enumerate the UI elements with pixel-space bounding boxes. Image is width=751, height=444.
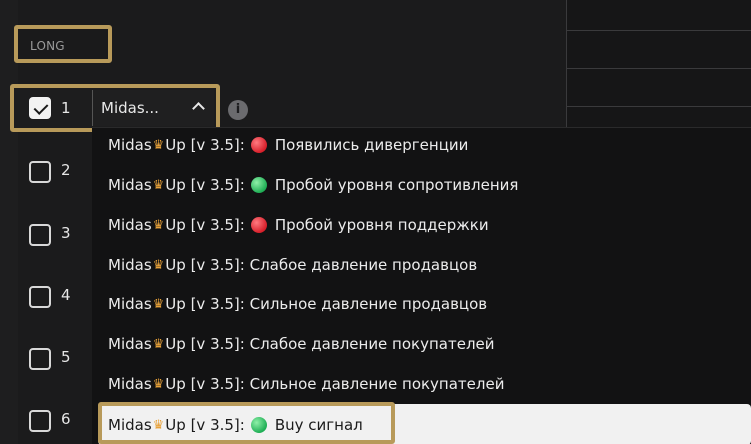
option-suffix: Up [v 3.5]: [165,375,245,393]
condition-select-value: Midas... [101,99,159,117]
option-prefix: Midas [108,295,152,313]
option-text: Сильное давление покупателей [249,375,505,393]
option-text: Пробой уровня сопротивления [274,176,519,194]
option-prefix: Midas [108,176,152,194]
row-1-checkbox[interactable] [29,97,51,119]
info-icon[interactable]: i [228,100,248,120]
option-text: Пробой уровня поддержки [274,216,489,234]
option-prefix: Midas [108,375,152,393]
row-4-number: 4 [61,286,71,304]
row-6-checkbox[interactable] [29,410,51,432]
option-text: Слабое давление покупателей [249,335,495,353]
dropdown-option[interactable]: Midas ♛ Up [v 3.5]: Появились дивергенции [108,130,468,160]
option-prefix: Midas [108,136,152,154]
crown-icon: ♛ [152,296,165,312]
chart-background [566,0,751,140]
condition-select[interactable]: Midas... [92,90,214,126]
green-dot-icon [250,177,267,193]
row-1-number: 1 [61,99,71,117]
condition-dropdown: Midas ♛ Up [v 3.5]: Появились дивергенции M… [92,127,751,444]
crown-icon: ♛ [152,177,165,193]
option-prefix: Midas [108,335,152,353]
selected-option-highlight [98,402,395,444]
dropdown-option[interactable]: Midas ♛ Up [v 3.5]: Сильное давление прода… [108,289,487,319]
crown-icon: ♛ [152,217,165,233]
option-prefix: Midas [108,256,152,274]
long-field[interactable]: LONG [14,25,112,63]
option-suffix: Up [v 3.5]: [165,136,245,154]
grid-line [566,68,751,69]
option-suffix: Up [v 3.5]: [165,176,245,194]
grid-line [566,30,751,31]
option-suffix: Up [v 3.5]: [165,256,245,274]
dropdown-option[interactable]: Midas ♛ Up [v 3.5]: Сильное давление покуп… [108,369,504,399]
option-text: Сильное давление продавцов [249,295,488,313]
option-prefix: Midas [108,216,152,234]
row-6-number: 6 [61,410,71,428]
option-suffix: Up [v 3.5]: [165,335,245,353]
row-3-checkbox[interactable] [29,224,51,246]
grid-line [566,0,567,140]
row-2-checkbox[interactable] [29,161,51,183]
row-5-number: 5 [61,348,71,366]
option-text: Появились дивергенции [274,136,469,154]
row-4-checkbox[interactable] [29,286,51,308]
row-3-number: 3 [61,224,71,242]
row-2-number: 2 [61,161,71,179]
grid-line [566,106,751,107]
red-dot-icon [250,137,267,153]
crown-icon: ♛ [152,336,165,352]
long-label: LONG [30,39,65,53]
left-edge [0,0,18,444]
crown-icon: ♛ [152,376,165,392]
red-dot-icon [250,217,267,233]
dropdown-option[interactable]: Midas ♛ Up [v 3.5]: Пробой уровня сопротивл… [108,170,518,200]
crown-icon: ♛ [152,137,165,153]
option-suffix: Up [v 3.5]: [165,216,245,234]
crown-icon: ♛ [152,257,165,273]
row-5-checkbox[interactable] [29,348,51,370]
option-text: Слабое давление продавцов [249,256,478,274]
option-suffix: Up [v 3.5]: [165,295,245,313]
dropdown-option[interactable]: Midas ♛ Up [v 3.5]: Слабое давление покупа… [108,329,495,359]
dropdown-option[interactable]: Midas ♛ Up [v 3.5]: Пробой уровня поддержки [108,210,489,240]
dropdown-option[interactable]: Midas ♛ Up [v 3.5]: Слабое давление продав… [108,250,477,280]
chevron-up-icon [192,102,205,115]
